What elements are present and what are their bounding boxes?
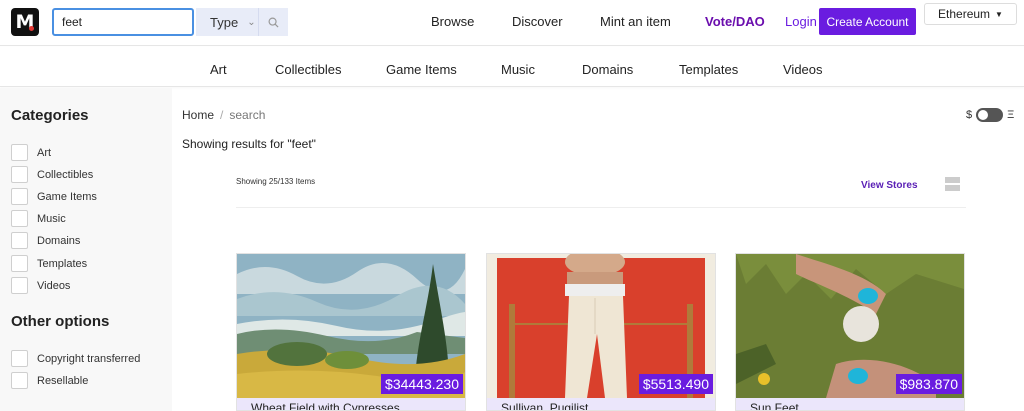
network-label: Ethereum bbox=[938, 7, 991, 21]
checkbox[interactable] bbox=[11, 188, 28, 205]
type-dropdown[interactable]: Type ⌄ bbox=[196, 8, 258, 36]
breadcrumb-home[interactable]: Home bbox=[182, 108, 214, 122]
checkbox-label: Collectibles bbox=[37, 168, 94, 181]
item-title[interactable]: Sun Feet bbox=[736, 398, 964, 410]
nav-discover[interactable]: Discover bbox=[512, 14, 563, 29]
filter-domains[interactable]: Domains bbox=[11, 232, 80, 249]
filter-game-items[interactable]: Game Items bbox=[11, 188, 97, 205]
category-tab-game-items[interactable]: Game Items bbox=[386, 62, 457, 77]
filter-art[interactable]: Art bbox=[11, 144, 51, 161]
filter-templates[interactable]: Templates bbox=[11, 255, 87, 272]
checkbox[interactable] bbox=[11, 144, 28, 161]
search-icon bbox=[268, 17, 279, 28]
results-heading: Showing results for "feet" bbox=[182, 137, 316, 151]
category-tab-collectibles[interactable]: Collectibles bbox=[275, 62, 341, 77]
item-card[interactable]: $5513.490 Sullivan, Pugilist bbox=[486, 253, 716, 411]
network-dropdown[interactable]: Ethereum ▼ bbox=[924, 3, 1017, 25]
checkbox-label: Templates bbox=[37, 257, 88, 270]
divider bbox=[236, 207, 966, 208]
filter-collectibles[interactable]: Collectibles bbox=[11, 166, 93, 183]
checkbox-label: Resellable bbox=[37, 374, 89, 387]
item-title[interactable]: Sullivan, Pugilist bbox=[487, 398, 715, 410]
breadcrumb: Home / search bbox=[182, 108, 266, 122]
item-card[interactable]: $34443.230 Wheat Field with Cypresses bbox=[236, 253, 466, 411]
category-tab-templates[interactable]: Templates bbox=[679, 62, 738, 77]
checkbox[interactable] bbox=[11, 166, 28, 183]
item-card[interactable]: $983.870 Sun Feet bbox=[735, 253, 965, 411]
results-count: Showing 25/133 Items bbox=[236, 177, 316, 186]
filter-music[interactable]: Music bbox=[11, 210, 66, 227]
category-tab-videos[interactable]: Videos bbox=[783, 62, 823, 77]
checkbox-label: Music bbox=[37, 212, 66, 225]
search-button[interactable] bbox=[258, 8, 288, 36]
dollar-label: $ bbox=[966, 109, 973, 121]
nav-vote-dao[interactable]: Vote/DAO bbox=[705, 14, 765, 29]
category-bar: Art Collectibles Game Items Music Domain… bbox=[0, 47, 1024, 87]
search-input[interactable] bbox=[52, 8, 194, 36]
checkbox[interactable] bbox=[11, 210, 28, 227]
checkbox[interactable] bbox=[11, 232, 28, 249]
view-stores-link[interactable]: View Stores bbox=[861, 180, 918, 191]
filter-copyright-transferred[interactable]: Copyright transferred bbox=[11, 350, 140, 367]
caret-down-icon: ▼ bbox=[995, 9, 1003, 19]
currency-toggle[interactable]: $ Ξ bbox=[966, 108, 1014, 122]
nav-browse[interactable]: Browse bbox=[431, 14, 474, 29]
filter-resellable[interactable]: Resellable bbox=[11, 372, 88, 389]
type-label: Type bbox=[210, 14, 239, 30]
item-price: $5513.490 bbox=[638, 374, 713, 394]
chevron-down-icon: ⌄ bbox=[247, 16, 256, 28]
checkbox[interactable] bbox=[11, 350, 28, 367]
top-navbar: M Type ⌄ Browse Discover Mint an item Vo… bbox=[0, 0, 1024, 46]
create-account-button[interactable]: Create Account bbox=[819, 8, 916, 35]
checkbox-label: Game Items bbox=[37, 190, 97, 203]
checkbox-label: Copyright transferred bbox=[37, 352, 141, 365]
login-link[interactable]: Login bbox=[785, 14, 817, 29]
checkbox[interactable] bbox=[11, 277, 28, 294]
category-tab-domains[interactable]: Domains bbox=[582, 62, 633, 77]
item-price: $34443.230 bbox=[381, 374, 463, 394]
categories-heading: Categories bbox=[11, 107, 89, 124]
category-tab-music[interactable]: Music bbox=[501, 62, 535, 77]
toggle-switch[interactable] bbox=[976, 108, 1004, 122]
filter-sidebar: Categories Art Collectibles Game Items M… bbox=[0, 88, 172, 411]
logo[interactable]: M bbox=[11, 8, 39, 36]
other-options-heading: Other options bbox=[11, 313, 110, 330]
category-tab-art[interactable]: Art bbox=[210, 62, 227, 77]
item-price: $983.870 bbox=[895, 374, 962, 394]
filter-videos[interactable]: Videos bbox=[11, 277, 70, 294]
checkbox[interactable] bbox=[11, 372, 28, 389]
breadcrumb-current: search bbox=[229, 108, 266, 122]
checkbox-label: Art bbox=[37, 146, 52, 159]
checkbox[interactable] bbox=[11, 255, 28, 272]
checkbox-label: Domains bbox=[37, 234, 81, 247]
nav-mint[interactable]: Mint an item bbox=[600, 14, 671, 29]
checkbox-label: Videos bbox=[37, 279, 71, 292]
list-view-icon[interactable] bbox=[945, 177, 960, 192]
item-title[interactable]: Wheat Field with Cypresses bbox=[237, 398, 465, 410]
eth-label: Ξ bbox=[1007, 109, 1015, 121]
